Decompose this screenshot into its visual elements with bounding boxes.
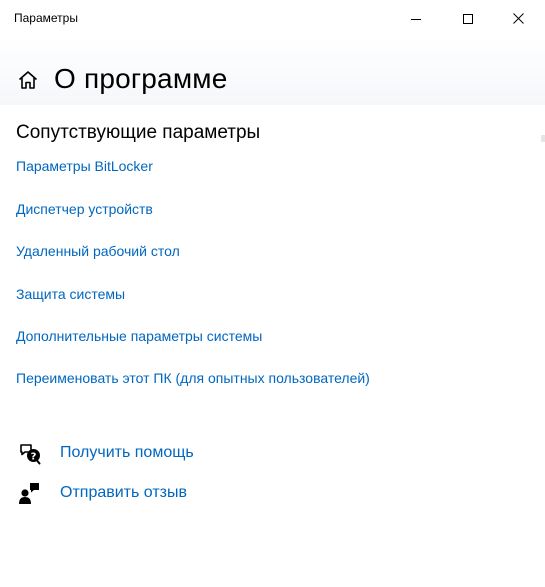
window-title: Параметры bbox=[14, 11, 78, 25]
link-rename-pc[interactable]: Переименовать этот ПК (для опытных польз… bbox=[16, 370, 370, 386]
home-icon[interactable] bbox=[17, 69, 39, 91]
settings-window: Параметры О программе Сопутствующие пара… bbox=[0, 0, 545, 587]
minimize-button[interactable] bbox=[393, 0, 439, 37]
link-bitlocker-settings[interactable]: Параметры BitLocker bbox=[16, 158, 153, 174]
close-button[interactable] bbox=[495, 0, 541, 37]
link-remote-desktop[interactable]: Удаленный рабочий стол bbox=[16, 243, 180, 259]
maximize-icon bbox=[463, 13, 473, 24]
get-help-label: Получить помощь bbox=[60, 444, 194, 461]
title-bar: Параметры bbox=[0, 0, 545, 37]
help-chat-icon: ? bbox=[17, 440, 43, 466]
get-help-button[interactable]: ? Получить помощь bbox=[17, 440, 194, 466]
page-header: О программе bbox=[0, 37, 545, 142]
close-icon bbox=[512, 13, 524, 24]
send-feedback-button[interactable]: Отправить отзыв bbox=[17, 480, 187, 506]
send-feedback-label: Отправить отзыв bbox=[60, 484, 187, 501]
link-device-manager[interactable]: Диспетчер устройств bbox=[16, 201, 153, 217]
page-title: О программе bbox=[54, 63, 228, 94]
link-system-protection[interactable]: Защита системы bbox=[16, 286, 125, 302]
minimize-icon bbox=[411, 18, 421, 20]
scrollbar-edge bbox=[541, 135, 545, 142]
link-advanced-system-settings[interactable]: Дополнительные параметры системы bbox=[16, 328, 262, 344]
related-settings-title: Сопутствующие параметры bbox=[16, 122, 261, 143]
feedback-icon bbox=[17, 480, 43, 506]
svg-text:?: ? bbox=[31, 451, 37, 462]
maximize-button[interactable] bbox=[445, 0, 491, 37]
